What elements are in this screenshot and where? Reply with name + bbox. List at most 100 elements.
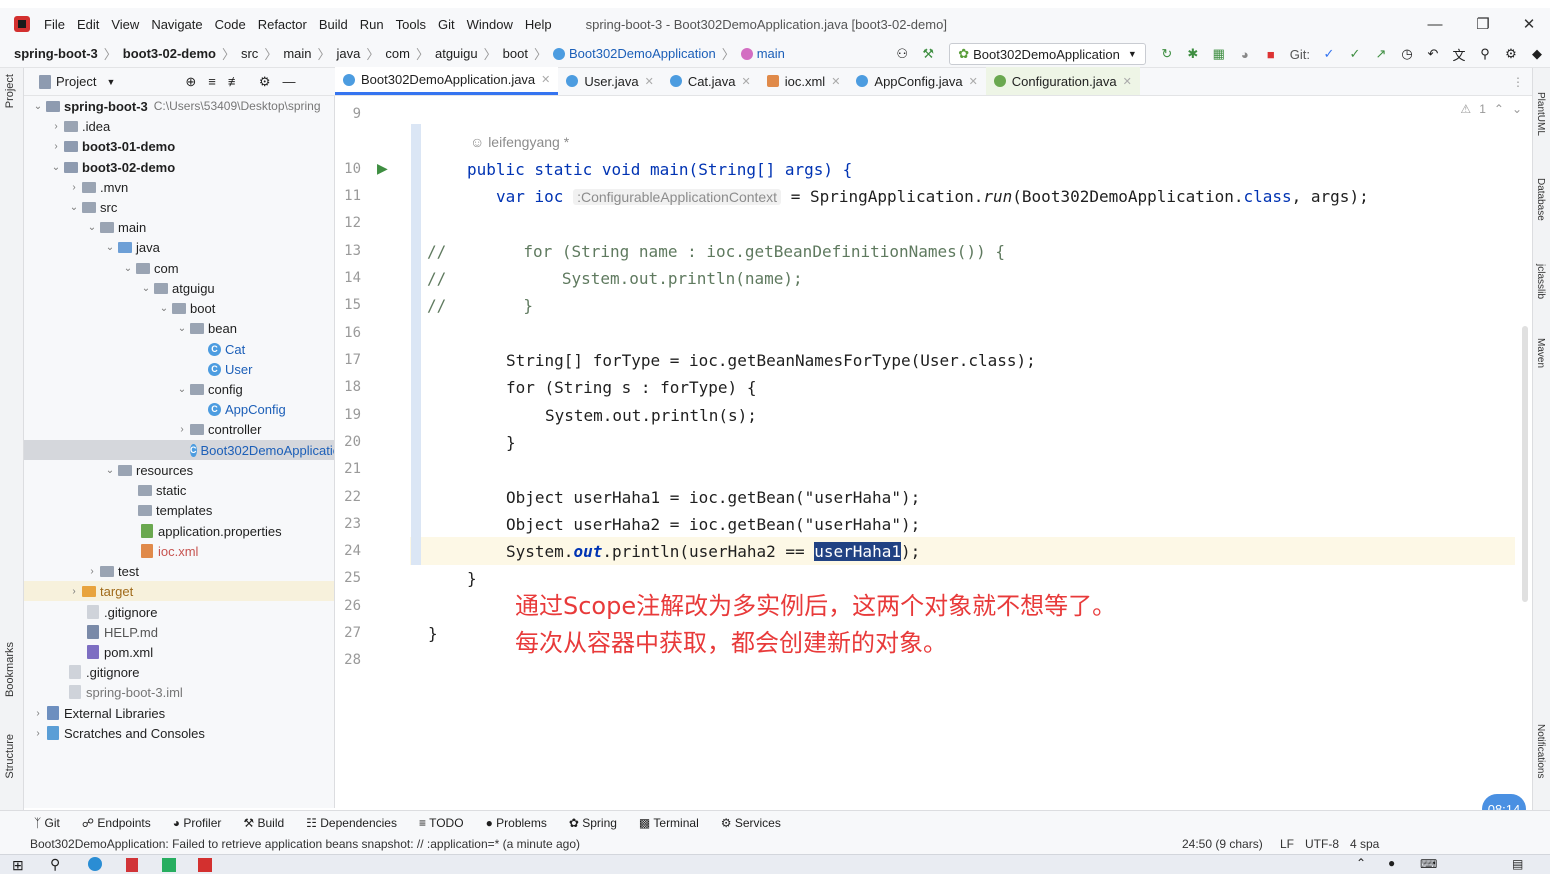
menu-help[interactable]: Help	[525, 17, 552, 32]
bookmarks-tool-button[interactable]: Bookmarks	[4, 642, 16, 697]
terminal-tool-button[interactable]: ▩ Terminal	[639, 816, 699, 830]
menu-edit[interactable]: Edit	[77, 17, 99, 32]
tree-item[interactable]: › .idea	[24, 116, 334, 136]
tab-boot302demoapplication[interactable]: Boot302DemoApplication.java ✕	[335, 67, 559, 95]
breadcrumb-method[interactable]: main	[757, 46, 785, 61]
line-separator[interactable]: LF	[1280, 837, 1294, 851]
tree-item[interactable]: ⌄ boot3-02-demo	[24, 157, 334, 177]
chevron-up-icon[interactable]: ⌃	[1494, 102, 1504, 116]
keyboard-icon[interactable]: ⌨	[1420, 857, 1437, 871]
tree-item[interactable]: ⌄ spring-boot-3 C:\Users\53409\Desktop\spr…	[24, 96, 334, 116]
close-icon[interactable]: ✕	[1123, 75, 1132, 88]
chevron-down-icon[interactable]: ▼	[106, 77, 115, 87]
project-tool-button[interactable]: Project	[4, 74, 16, 108]
tree-item[interactable]: › .mvn	[24, 177, 334, 197]
tree-item[interactable]: pom.xml	[24, 642, 334, 662]
menu-git[interactable]: Git	[438, 17, 455, 32]
dependencies-tool-button[interactable]: ☷ Dependencies	[306, 816, 397, 830]
tree-item[interactable]: ⌄ java	[24, 237, 334, 257]
tree-item[interactable]: ⌄ resources	[24, 460, 334, 480]
inspection-widget[interactable]: ⚠ 1 ⌃ ⌄	[1460, 102, 1522, 116]
breadcrumb-module[interactable]: boot3-02-demo	[123, 46, 216, 61]
menu-run[interactable]: Run	[360, 17, 384, 32]
chevron-down-icon[interactable]: ⌄	[1512, 102, 1522, 116]
tab-appconfig[interactable]: AppConfig.java ✕	[848, 67, 985, 95]
jetbrains-icon[interactable]: ◆	[1526, 43, 1548, 65]
tree-item[interactable]: ⌄ src	[24, 197, 334, 217]
tree-item[interactable]: › controller	[24, 419, 334, 439]
breadcrumb-com[interactable]: com	[385, 46, 410, 61]
run-configuration-select[interactable]: ✿ Boot302DemoApplication ▼	[949, 43, 1146, 65]
git-tool-button[interactable]: ᛉ Git	[34, 816, 60, 830]
todo-tool-button[interactable]: ≡ TODO	[419, 816, 464, 830]
tab-cat[interactable]: Cat.java ✕	[662, 67, 759, 95]
stop-icon[interactable]: ■	[1260, 43, 1282, 65]
tab-ioc-xml[interactable]: ioc.xml ✕	[759, 67, 849, 95]
breadcrumb-project[interactable]: spring-boot-3	[14, 46, 98, 61]
gear-icon[interactable]: ⚙	[259, 74, 271, 90]
search-icon[interactable]: ⚲	[50, 856, 60, 873]
profiler-tool-button[interactable]: ◕ Profiler	[173, 816, 222, 830]
debug-icon[interactable]: ✱	[1182, 43, 1204, 65]
scrollbar[interactable]	[1522, 326, 1528, 602]
locate-icon[interactable]: ⊕	[185, 74, 196, 90]
microphone-icon[interactable]: ●	[1388, 856, 1395, 870]
history-icon[interactable]: ◷	[1396, 43, 1418, 65]
tab-user[interactable]: User.java ✕	[558, 67, 661, 95]
plantuml-tool-button[interactable]: PlantUML	[1535, 92, 1546, 136]
tree-item[interactable]: › Scratches and Consoles	[24, 723, 334, 743]
menu-window[interactable]: Window	[467, 17, 513, 32]
database-tool-button[interactable]: Database	[1535, 178, 1546, 221]
settings-icon[interactable]: ⚙	[1500, 43, 1522, 65]
indent-setting[interactable]: 4 spa	[1350, 837, 1379, 851]
caret-position[interactable]: 24:50 (9 chars)	[1182, 837, 1263, 851]
menu-file[interactable]: File	[44, 17, 65, 32]
git-commit-icon[interactable]: ✓	[1344, 43, 1366, 65]
problems-tool-button[interactable]: ● Problems	[486, 816, 547, 830]
tree-item[interactable]: ⌄ atguigu	[24, 278, 334, 298]
coverage-icon[interactable]: ▦	[1208, 43, 1230, 65]
git-push-icon[interactable]: ↗	[1370, 43, 1392, 65]
spring-tool-button[interactable]: ✿ Spring	[569, 816, 617, 830]
tree-item[interactable]: › test	[24, 561, 334, 581]
expand-all-icon[interactable]: ≡	[208, 74, 216, 89]
menu-refactor[interactable]: Refactor	[258, 17, 307, 32]
status-message[interactable]: Boot302DemoApplication: Failed to retrie…	[30, 837, 580, 851]
tree-item[interactable]: C Cat	[24, 339, 334, 359]
profile-icon[interactable]: ◕	[1234, 43, 1256, 65]
tree-item[interactable]: › boot3-01-demo	[24, 136, 334, 156]
search-icon[interactable]: ⚲	[1474, 43, 1496, 65]
code-editor[interactable]: 9 10 11 12 13 14 15 16 17 18 19 20 21 22…	[335, 96, 1532, 810]
tree-item[interactable]: spring-boot-3.iml	[24, 682, 334, 702]
intellij-taskbar-icon[interactable]	[198, 858, 212, 872]
tree-item[interactable]: ⌄ main	[24, 217, 334, 237]
rollback-icon[interactable]: ↶	[1422, 43, 1444, 65]
breadcrumb-boot[interactable]: boot	[503, 46, 528, 61]
jclasslib-tool-button[interactable]: jclasslib	[1535, 264, 1546, 299]
tree-item[interactable]: ⌄ boot	[24, 298, 334, 318]
breadcrumb-src[interactable]: src	[241, 46, 258, 61]
user-icon[interactable]: ⚇	[891, 43, 913, 65]
breadcrumb-class[interactable]: Boot302DemoApplication	[569, 46, 716, 61]
translate-icon[interactable]: 文	[1448, 43, 1470, 65]
notification-center-icon[interactable]: ▤	[1512, 857, 1523, 871]
tree-item[interactable]: › External Libraries	[24, 703, 334, 723]
tree-item[interactable]: › target	[24, 581, 334, 601]
notifications-tool-button[interactable]: Notifications	[1535, 724, 1546, 778]
tree-item[interactable]: static	[24, 480, 334, 500]
close-icon[interactable]: ✕	[645, 75, 654, 88]
tree-item[interactable]: ⌄ bean	[24, 318, 334, 338]
tree-item[interactable]: application.properties	[24, 521, 334, 541]
build-tool-button[interactable]: ⚒ Build	[243, 816, 284, 830]
collapse-all-icon[interactable]: ≢	[228, 74, 241, 89]
services-tool-button[interactable]: ⚙ Services	[721, 816, 781, 830]
menu-view[interactable]: View	[111, 17, 139, 32]
tree-item[interactable]: ⌄ config	[24, 379, 334, 399]
tree-item[interactable]: C AppConfig	[24, 399, 334, 419]
file-encoding[interactable]: UTF-8	[1305, 837, 1339, 851]
close-icon[interactable]: ✕	[541, 73, 550, 86]
breadcrumb-java[interactable]: java	[337, 46, 361, 61]
minimize-icon[interactable]: —	[1412, 8, 1458, 40]
tree-item[interactable]: ioc.xml	[24, 541, 334, 561]
edge-icon[interactable]	[88, 857, 102, 871]
